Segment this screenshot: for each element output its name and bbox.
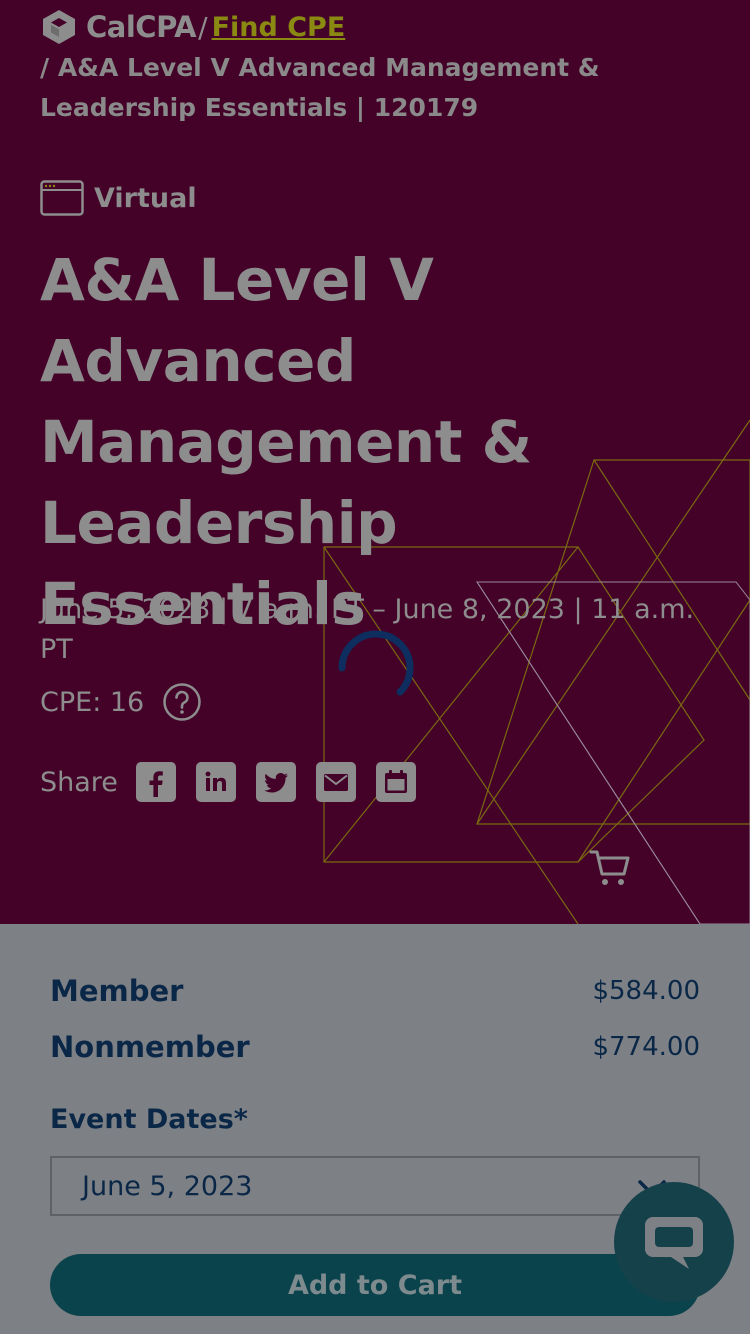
cart-icon[interactable] xyxy=(588,846,632,890)
member-price-row: Member $584.00 xyxy=(50,974,700,1008)
help-icon[interactable] xyxy=(162,682,202,722)
loading-spinner-icon xyxy=(338,630,414,696)
nonmember-price-row: Nonmember $774.00 xyxy=(50,1030,700,1064)
share-twitter-button[interactable] xyxy=(255,762,296,802)
share-label: Share xyxy=(40,766,118,798)
event-dates-label: Event Dates* xyxy=(50,1104,248,1135)
browser-window-icon xyxy=(40,180,84,216)
nonmember-price-value: $774.00 xyxy=(592,1032,700,1062)
breadcrumb-current: / A&A Level V Advanced Management & Lead… xyxy=(40,53,600,122)
calcpa-logo-text[interactable]: CalCPA xyxy=(86,10,197,44)
calcpa-logo-icon[interactable] xyxy=(40,8,78,46)
add-to-cart-button[interactable]: Add to Cart xyxy=(50,1254,700,1316)
share-bar: Share xyxy=(40,762,436,802)
event-date-select[interactable]: June 5, 2023 xyxy=(50,1156,700,1216)
share-linkedin-button[interactable] xyxy=(195,762,236,802)
breadcrumb-link-find-cpe[interactable]: Find CPE xyxy=(212,12,346,43)
cpe-info: CPE: 16 xyxy=(40,682,202,722)
cpe-credits: CPE: 16 xyxy=(40,686,145,718)
live-chat-button[interactable] xyxy=(614,1182,734,1302)
event-hero: CalCPA / Find CPE / A&A Level V Advanced… xyxy=(0,0,750,924)
chat-icon xyxy=(645,1217,703,1269)
event-date-select-value: June 5, 2023 xyxy=(82,1170,253,1202)
email-icon xyxy=(323,774,348,791)
page-title: A&A Level V Advanced Management & Leader… xyxy=(40,246,532,638)
event-format: Virtual xyxy=(40,180,197,216)
nonmember-price-label: Nonmember xyxy=(50,1030,250,1064)
twitter-icon xyxy=(264,773,288,793)
add-to-calendar-button[interactable] xyxy=(375,762,416,802)
member-price-value: $584.00 xyxy=(592,976,700,1006)
share-facebook-button[interactable] xyxy=(135,762,176,802)
member-price-label: Member xyxy=(50,974,184,1008)
format-label: Virtual xyxy=(94,182,197,214)
linkedin-icon xyxy=(205,771,226,791)
calendar-icon xyxy=(384,770,407,793)
add-to-cart-label: Add to Cart xyxy=(287,1269,463,1301)
facebook-icon xyxy=(149,771,163,797)
share-email-button[interactable] xyxy=(315,762,356,802)
breadcrumb-separator: / xyxy=(198,10,208,44)
breadcrumb: CalCPA / Find CPE xyxy=(40,8,345,46)
